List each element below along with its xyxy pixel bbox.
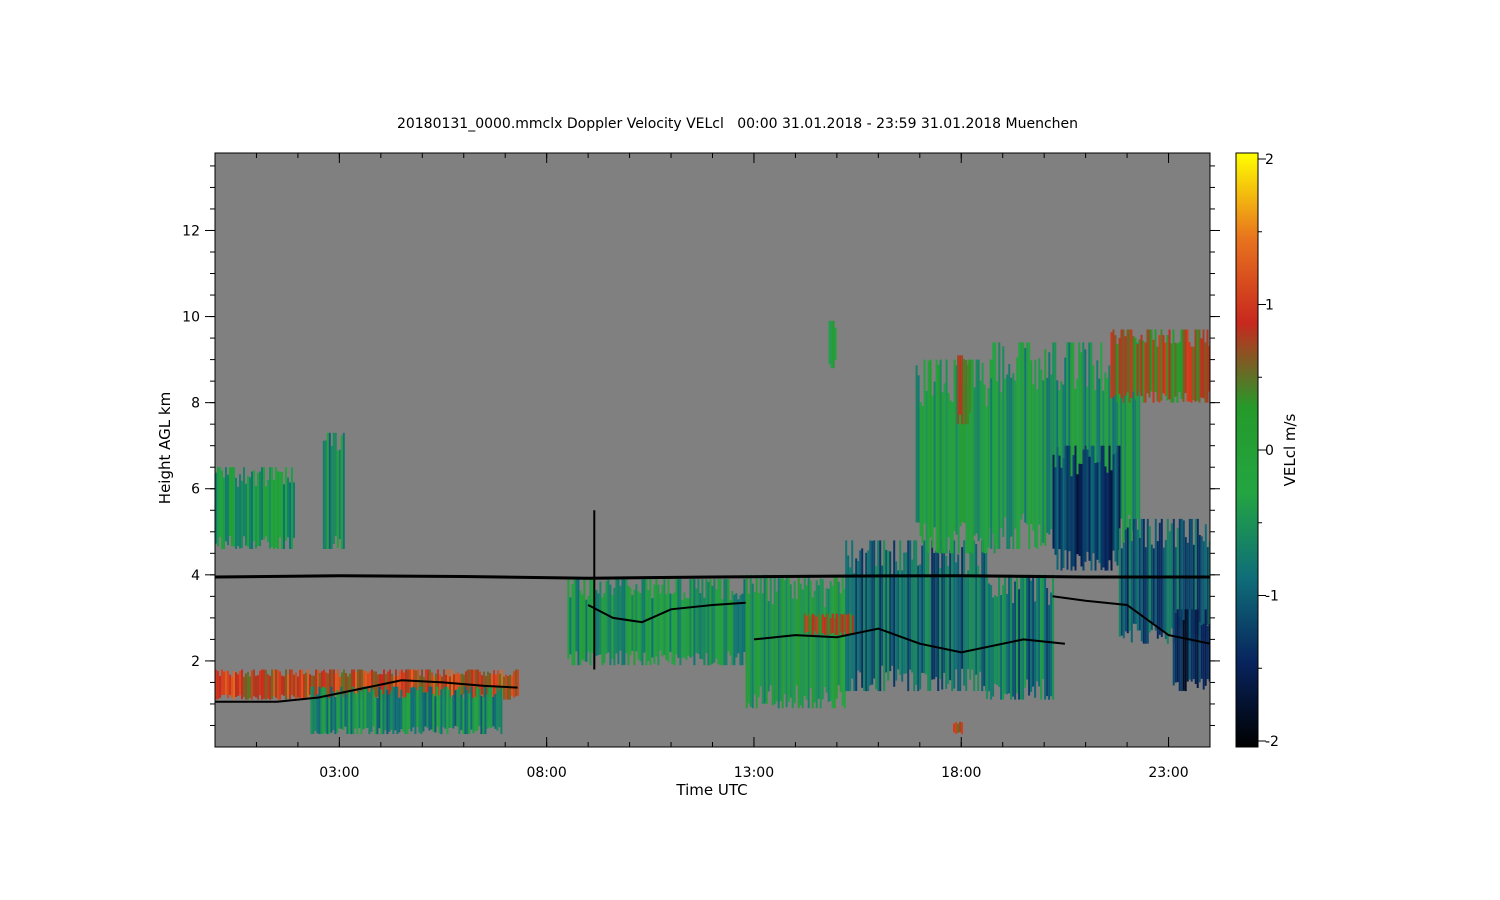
colorbar-ticks: 2 1 0 -1 -2 — [1258, 152, 1279, 750]
colorbar-tick-label-2: 0 — [1265, 443, 1274, 459]
y-tick-label-0: 2 — [191, 654, 200, 670]
velocity-region-8 — [915, 359, 996, 554]
radar-time-height-chart: 03:00 08:00 13:00 18:00 23:00 24681012 210-1… — [182, 152, 1279, 781]
y-tick-label-5: 12 — [182, 223, 200, 239]
velocity-region-15 — [1172, 609, 1210, 692]
y-tick-label-4: 10 — [182, 310, 200, 326]
velocity-region-12 — [1052, 445, 1121, 571]
y-tick-label-2: 6 — [191, 482, 200, 498]
y-tick-label-1: 4 — [191, 568, 200, 584]
x-tick-label-2: 13:00 — [734, 765, 774, 781]
velocity-region-9 — [957, 355, 972, 425]
velocity-region-0 — [215, 467, 295, 549]
colorbar-tick-label-4: -2 — [1265, 734, 1279, 750]
x-tick-label-1: 08:00 — [526, 765, 566, 781]
x-tick-label-4: 23:00 — [1148, 765, 1188, 781]
y-tick-label-3: 8 — [191, 396, 200, 412]
colorbar-tick-label-3: -1 — [1265, 589, 1279, 605]
x-tick-label-3: 18:00 — [941, 765, 981, 781]
colorbar-tick-label-0: 2 — [1265, 152, 1274, 168]
colorbar-tick-label-1: 1 — [1265, 298, 1274, 314]
x-tick-label-0: 03:00 — [319, 765, 359, 781]
velocity-region-1 — [322, 432, 345, 549]
velocity-region-14 — [1110, 329, 1210, 403]
colorbar — [1235, 152, 1259, 748]
